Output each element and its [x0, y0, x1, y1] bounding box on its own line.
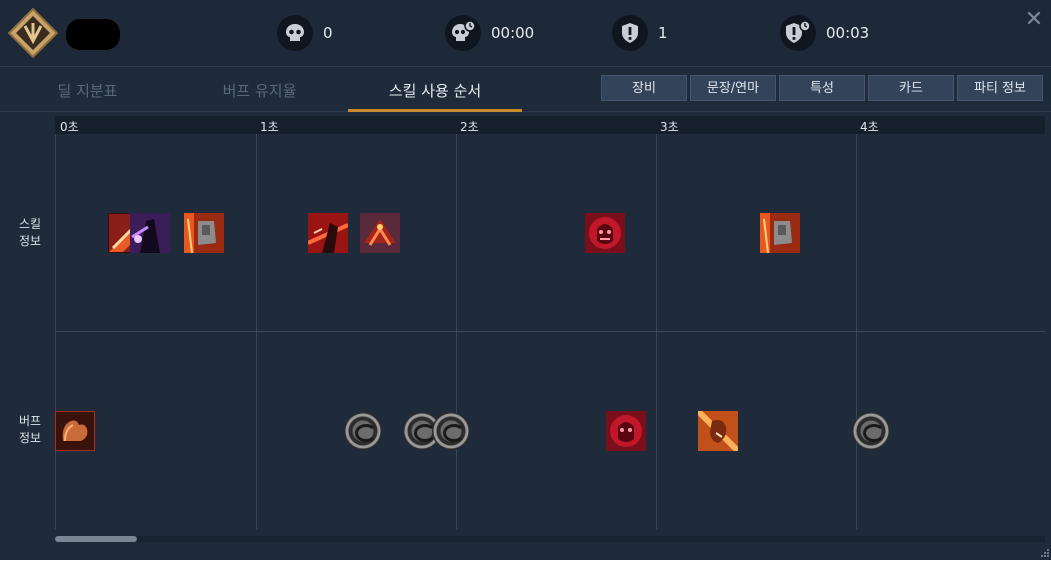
tab-damage-share[interactable]: 딜 지분표: [30, 67, 145, 111]
skill-order-window: 0 00:00 1 00:03 ✕ 딜 지분표 버프 유지율 스킬 사용 순서 …: [0, 0, 1051, 560]
tick-label: 0초: [60, 120, 79, 134]
row-divider: [55, 331, 1045, 332]
row-label-line: 정보: [18, 234, 42, 248]
shout-buff-icon[interactable]: [698, 411, 738, 451]
incapacitated-count-stat: 1: [612, 15, 668, 51]
tab-bar: 딜 지분표 버프 유지율 스킬 사용 순서 장비 문장/연마 특성 카드 파티 …: [0, 67, 1051, 112]
death-time-value: 00:00: [491, 24, 535, 42]
buff-row-label: 버프 정보: [10, 413, 50, 447]
death-count-stat: 0: [277, 15, 333, 51]
horizontal-scrollbar-track[interactable]: [55, 536, 1045, 542]
player-name-redacted: [66, 19, 120, 50]
death-time-stat: 00:00: [445, 15, 534, 51]
tick-label: 3초: [660, 120, 679, 134]
dragon-skill-icon[interactable]: [360, 213, 400, 253]
ring-buff-icon[interactable]: [852, 412, 890, 450]
fist-skill-icon[interactable]: [184, 213, 224, 253]
skill-row-label: 스킬 정보: [10, 216, 50, 250]
card-button[interactable]: 카드: [868, 75, 954, 101]
time-ruler: 0초 1초 2초 3초 4초: [55, 116, 1045, 134]
header-bar: 0 00:00 1 00:03 ✕: [0, 0, 1051, 67]
shield-alert-icon: [612, 15, 648, 51]
tab-buff-uptime[interactable]: 버프 유지율: [202, 67, 317, 111]
resize-grip-icon[interactable]: [1040, 548, 1050, 558]
fist-skill-icon[interactable]: [760, 213, 800, 253]
row-label-line: 스킬: [18, 217, 42, 231]
class-emblem-icon: [8, 8, 58, 58]
ring-buff-icon[interactable]: [344, 412, 382, 450]
death-count-value: 0: [323, 24, 333, 42]
strength-buff-icon[interactable]: [55, 411, 95, 451]
rage-buff-icon[interactable]: [606, 411, 646, 451]
close-icon[interactable]: ✕: [1024, 9, 1044, 31]
incapacitated-time-stat: 00:03: [780, 15, 869, 51]
tick-label: 2초: [460, 120, 479, 134]
tick-label: 4초: [860, 120, 879, 134]
skull-clock-icon: [445, 15, 481, 51]
incapacitated-count-value: 1: [658, 24, 668, 42]
engraving-button[interactable]: 문장/연마: [690, 75, 776, 101]
skull-icon: [277, 15, 313, 51]
shield-clock-icon: [780, 15, 816, 51]
equipment-button[interactable]: 장비: [601, 75, 687, 101]
shadow-skill-icon[interactable]: [130, 213, 170, 253]
tick-label: 1초: [260, 120, 279, 134]
horizontal-scrollbar-thumb[interactable]: [55, 536, 137, 542]
row-label-line: 버프: [18, 414, 42, 428]
tab-skill-order[interactable]: 스킬 사용 순서: [348, 67, 522, 112]
blade-skill-icon[interactable]: [308, 213, 348, 253]
party-info-button[interactable]: 파티 정보: [957, 75, 1043, 101]
ring-buff-icon[interactable]: [432, 412, 470, 450]
incapacitated-time-value: 00:03: [826, 24, 870, 42]
rage-skill-icon[interactable]: [585, 213, 625, 253]
stats-button[interactable]: 특성: [779, 75, 865, 101]
row-label-line: 정보: [18, 431, 42, 445]
